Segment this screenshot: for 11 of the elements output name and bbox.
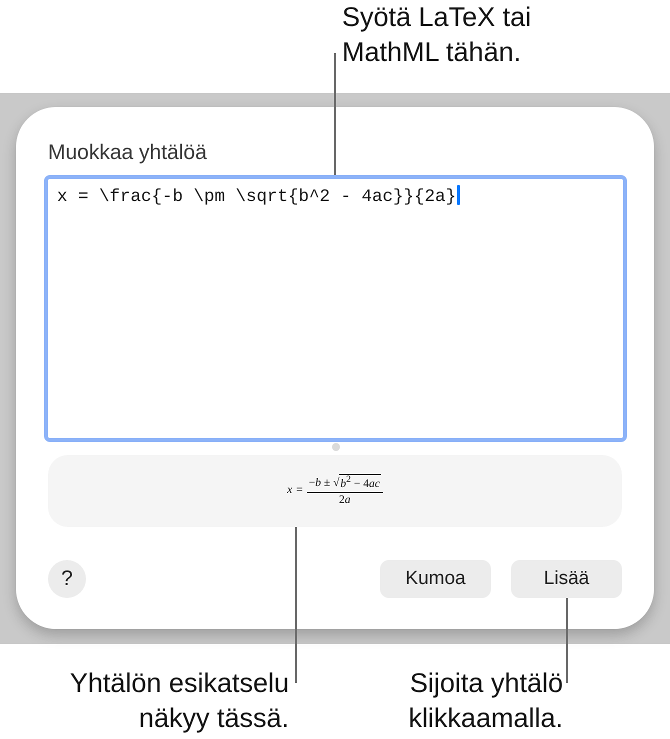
resize-handle-icon[interactable] [332,443,340,451]
dialog-button[interactable]: Kumoa [380,560,491,598]
dialog-title: Muokkaa yhtälöä [47,141,207,165]
callout-text: Yhtälön esikatselu näkyy tässä. [70,667,289,735]
latex-input-field[interactable]: x = \frac{-b \pm \sqrt{b^2 - 4ac}}{2a} [44,175,627,442]
dialog-button[interactable]: Lisää [511,560,622,598]
callout-text: Syötä LaTeX tai MathML tähän. [342,1,532,69]
help-button[interactable]: ? [48,560,86,598]
text-cursor-icon [457,185,460,205]
callout-text: Sijoita yhtälö klikkaamalla. [408,667,563,735]
equation-preview: x = −b ± √b$^{2}$ − 4ac 2a [287,474,383,508]
